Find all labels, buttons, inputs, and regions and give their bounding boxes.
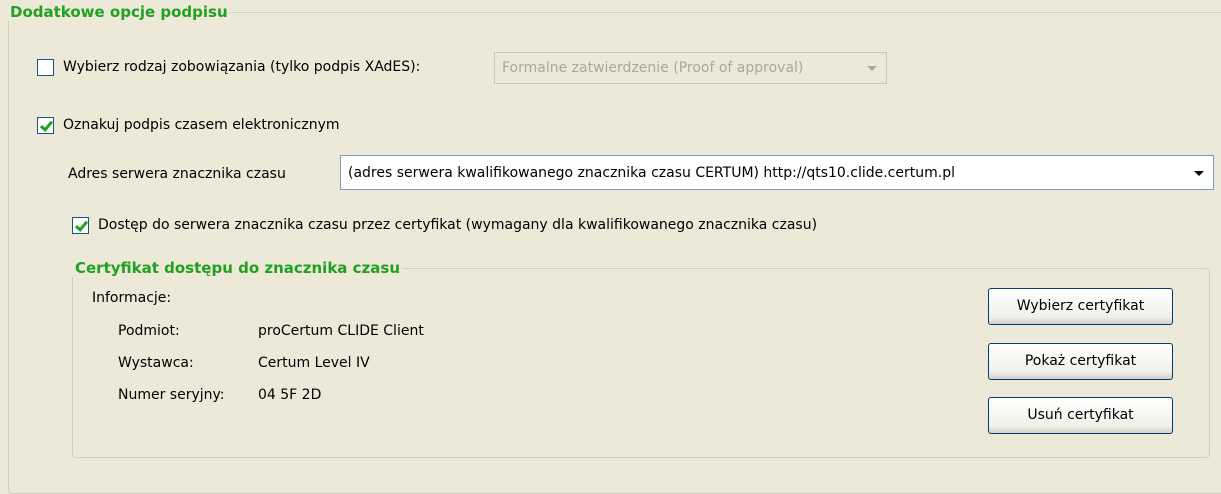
timestamp-label[interactable]: Oznakuj podpis czasem elektronicznym [63,116,340,134]
timestamp-checkbox[interactable] [37,117,54,134]
timestamp-server-select[interactable]: (adres serwera kwalifikowanego znacznika… [340,155,1214,190]
show-certificate-button[interactable]: Pokaż certyfikat [988,343,1173,380]
timestamp-server-label: Adres serwera znacznika czasu [68,166,286,182]
commitment-type-value: Formalne zatwierdzenie (Proof of approva… [502,60,804,76]
chevron-down-icon [1194,171,1204,176]
subject-label: Podmiot: [118,323,180,339]
issuer-value: Certum Level IV [258,355,370,371]
remove-certificate-button[interactable]: Usuń certyfikat [988,397,1173,434]
certificate-group-title: Certyfikat dostępu do znacznika czasu [72,259,403,277]
subject-value: proCertum CLIDE Client [258,323,424,339]
commitment-label[interactable]: Wybierz rodzaj zobowiązania (tylko podpi… [63,58,420,76]
serial-value: 04 5F 2D [258,387,322,403]
timestamp-server-value: (adres serwera kwalifikowanego znacznika… [348,165,955,181]
commitment-checkbox[interactable] [37,59,54,76]
signature-options-title: Dodatkowe opcje podpisu [7,3,231,21]
cert-access-label[interactable]: Dostęp do serwera znacznika czasu przez … [98,216,817,234]
chevron-down-icon [867,66,877,71]
commitment-type-select[interactable]: Formalne zatwierdzenie (Proof of approva… [494,52,887,84]
issuer-label: Wystawca: [118,355,194,371]
serial-label: Numer seryjny: [118,387,225,403]
info-label: Informacje: [92,290,172,306]
select-certificate-button[interactable]: Wybierz certyfikat [988,288,1173,325]
cert-access-checkbox[interactable] [72,217,89,234]
